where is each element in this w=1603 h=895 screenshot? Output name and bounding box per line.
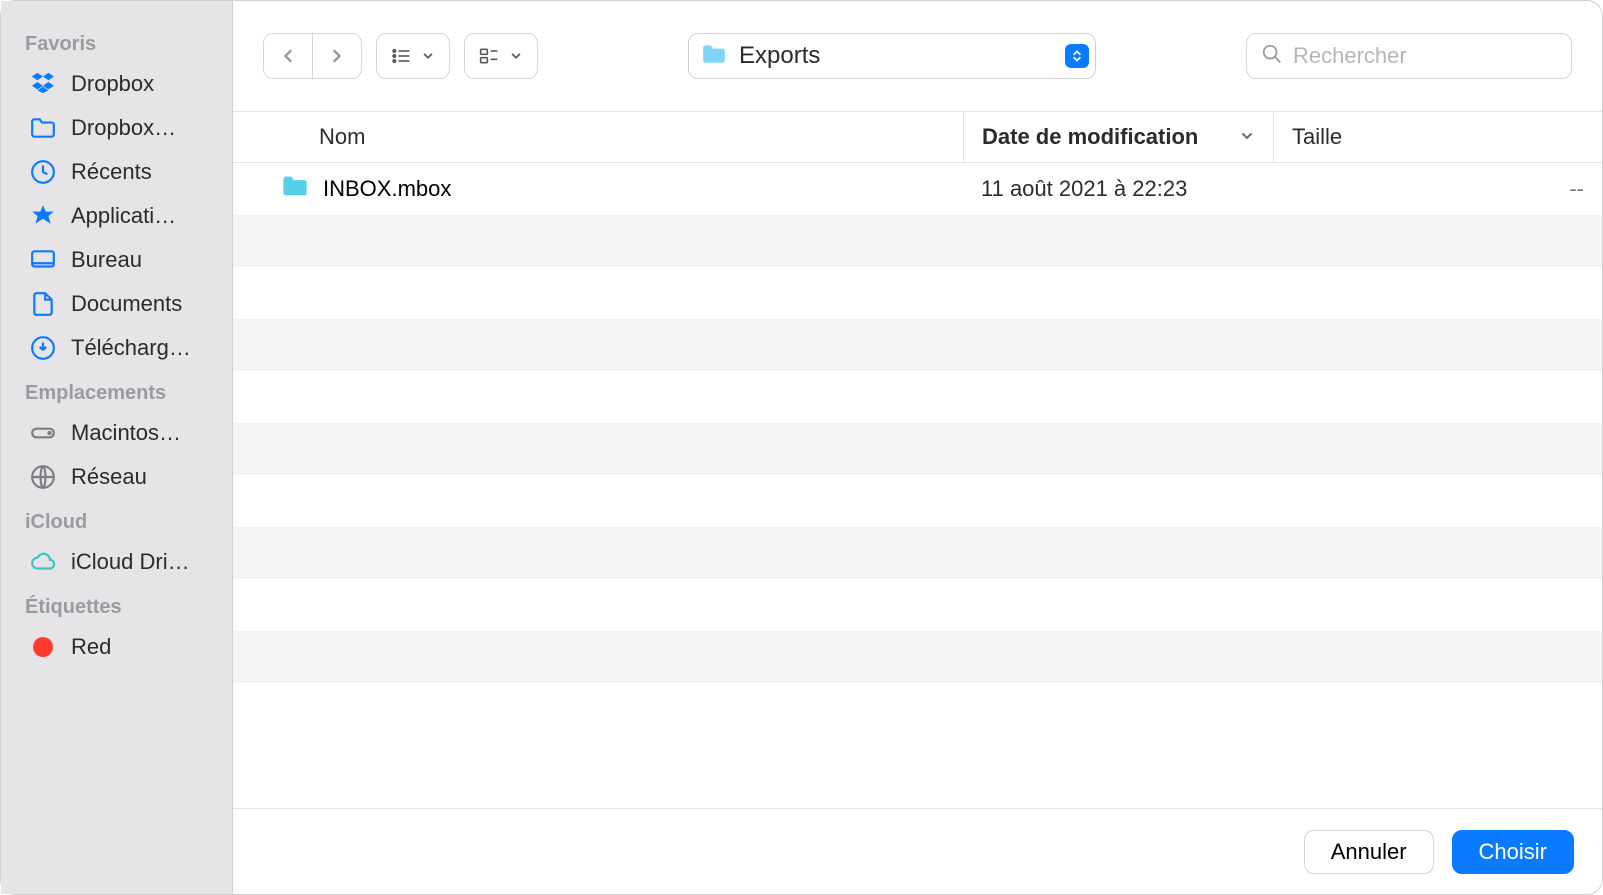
- table-row: [233, 683, 1602, 735]
- choose-button[interactable]: Choisir: [1452, 830, 1574, 874]
- table-row: [233, 267, 1602, 319]
- sidebar-item-desktop[interactable]: Bureau: [1, 238, 232, 282]
- tags-header: Étiquettes: [1, 584, 232, 625]
- sidebar-item-label: Réseau: [71, 464, 147, 490]
- desktop-icon: [29, 246, 57, 274]
- main-panel: Exports Nom Date de modification Taille: [233, 1, 1602, 894]
- cancel-button[interactable]: Annuler: [1304, 830, 1434, 874]
- sidebar-item-label: Applicati…: [71, 203, 176, 229]
- file-size: --: [1273, 176, 1602, 202]
- network-icon: [29, 463, 57, 491]
- folder-icon: [29, 114, 57, 142]
- nav-history-group: [263, 33, 362, 79]
- column-header-row: Nom Date de modification Taille: [233, 111, 1602, 163]
- updown-icon: [1065, 44, 1089, 68]
- folder-icon: [281, 174, 309, 204]
- document-icon: [29, 290, 57, 318]
- file-list: INBOX.mbox 11 août 2021 à 22:23 --: [233, 163, 1602, 808]
- sidebar-item-documents[interactable]: Documents: [1, 282, 232, 326]
- file-name: INBOX.mbox: [323, 176, 451, 202]
- column-header-modified[interactable]: Date de modification: [963, 112, 1273, 162]
- cloud-icon: [29, 548, 57, 576]
- sidebar-item-label: Dropbox…: [71, 115, 176, 141]
- folder-icon: [701, 43, 727, 70]
- table-row: [233, 475, 1602, 527]
- forward-button[interactable]: [312, 33, 362, 79]
- table-row: [233, 527, 1602, 579]
- sidebar-item-dropbox[interactable]: Dropbox: [1, 62, 232, 106]
- location-label: Exports: [739, 42, 1053, 70]
- sidebar-item-recents[interactable]: Récents: [1, 150, 232, 194]
- sidebar-item-icloud-drive[interactable]: iCloud Dri…: [1, 540, 232, 584]
- column-header-name[interactable]: Nom: [233, 112, 963, 162]
- footer: Annuler Choisir: [233, 808, 1602, 894]
- sidebar-item-dropbox-folder[interactable]: Dropbox…: [1, 106, 232, 150]
- sidebar: Favoris Dropbox Dropbox… Récents Applica…: [1, 1, 233, 894]
- search-input[interactable]: [1293, 43, 1557, 69]
- locations-header: Emplacements: [1, 370, 232, 411]
- tag-dot-icon: [29, 633, 57, 661]
- sidebar-item-label: Télécharg…: [71, 335, 191, 361]
- dropbox-icon: [29, 70, 57, 98]
- icloud-header: iCloud: [1, 499, 232, 540]
- sidebar-item-label: Macintos…: [71, 420, 181, 446]
- sidebar-item-downloads[interactable]: Télécharg…: [1, 326, 232, 370]
- sidebar-item-tag-red[interactable]: Red: [1, 625, 232, 669]
- sidebar-item-applications[interactable]: Applicati…: [1, 194, 232, 238]
- table-row: [233, 423, 1602, 475]
- disk-icon: [29, 419, 57, 447]
- group-view-button[interactable]: [464, 33, 538, 79]
- sidebar-item-label: Récents: [71, 159, 152, 185]
- list-view-button[interactable]: [376, 33, 450, 79]
- sidebar-item-label: Dropbox: [71, 71, 154, 97]
- search-icon: [1261, 43, 1283, 70]
- search-field[interactable]: [1246, 33, 1572, 79]
- back-button[interactable]: [263, 33, 312, 79]
- sidebar-item-macintosh-hd[interactable]: Macintos…: [1, 411, 232, 455]
- file-modified: 11 août 2021 à 22:23: [963, 176, 1273, 202]
- table-row: [233, 319, 1602, 371]
- sidebar-item-label: Bureau: [71, 247, 142, 273]
- chevron-down-icon: [1239, 124, 1255, 150]
- sidebar-item-label: iCloud Dri…: [71, 549, 190, 575]
- column-header-modified-label: Date de modification: [982, 124, 1198, 150]
- column-header-size[interactable]: Taille: [1273, 112, 1602, 162]
- toolbar: Exports: [233, 1, 1602, 111]
- download-icon: [29, 334, 57, 362]
- table-row: [233, 631, 1602, 683]
- sidebar-item-label: Documents: [71, 291, 182, 317]
- sidebar-item-network[interactable]: Réseau: [1, 455, 232, 499]
- favorites-header: Favoris: [1, 21, 232, 62]
- table-row: [233, 215, 1602, 267]
- location-popup[interactable]: Exports: [688, 33, 1096, 79]
- sidebar-item-label: Red: [71, 634, 111, 660]
- clock-icon: [29, 158, 57, 186]
- applications-icon: [29, 202, 57, 230]
- table-row[interactable]: INBOX.mbox 11 août 2021 à 22:23 --: [233, 163, 1602, 215]
- table-row: [233, 371, 1602, 423]
- table-row: [233, 579, 1602, 631]
